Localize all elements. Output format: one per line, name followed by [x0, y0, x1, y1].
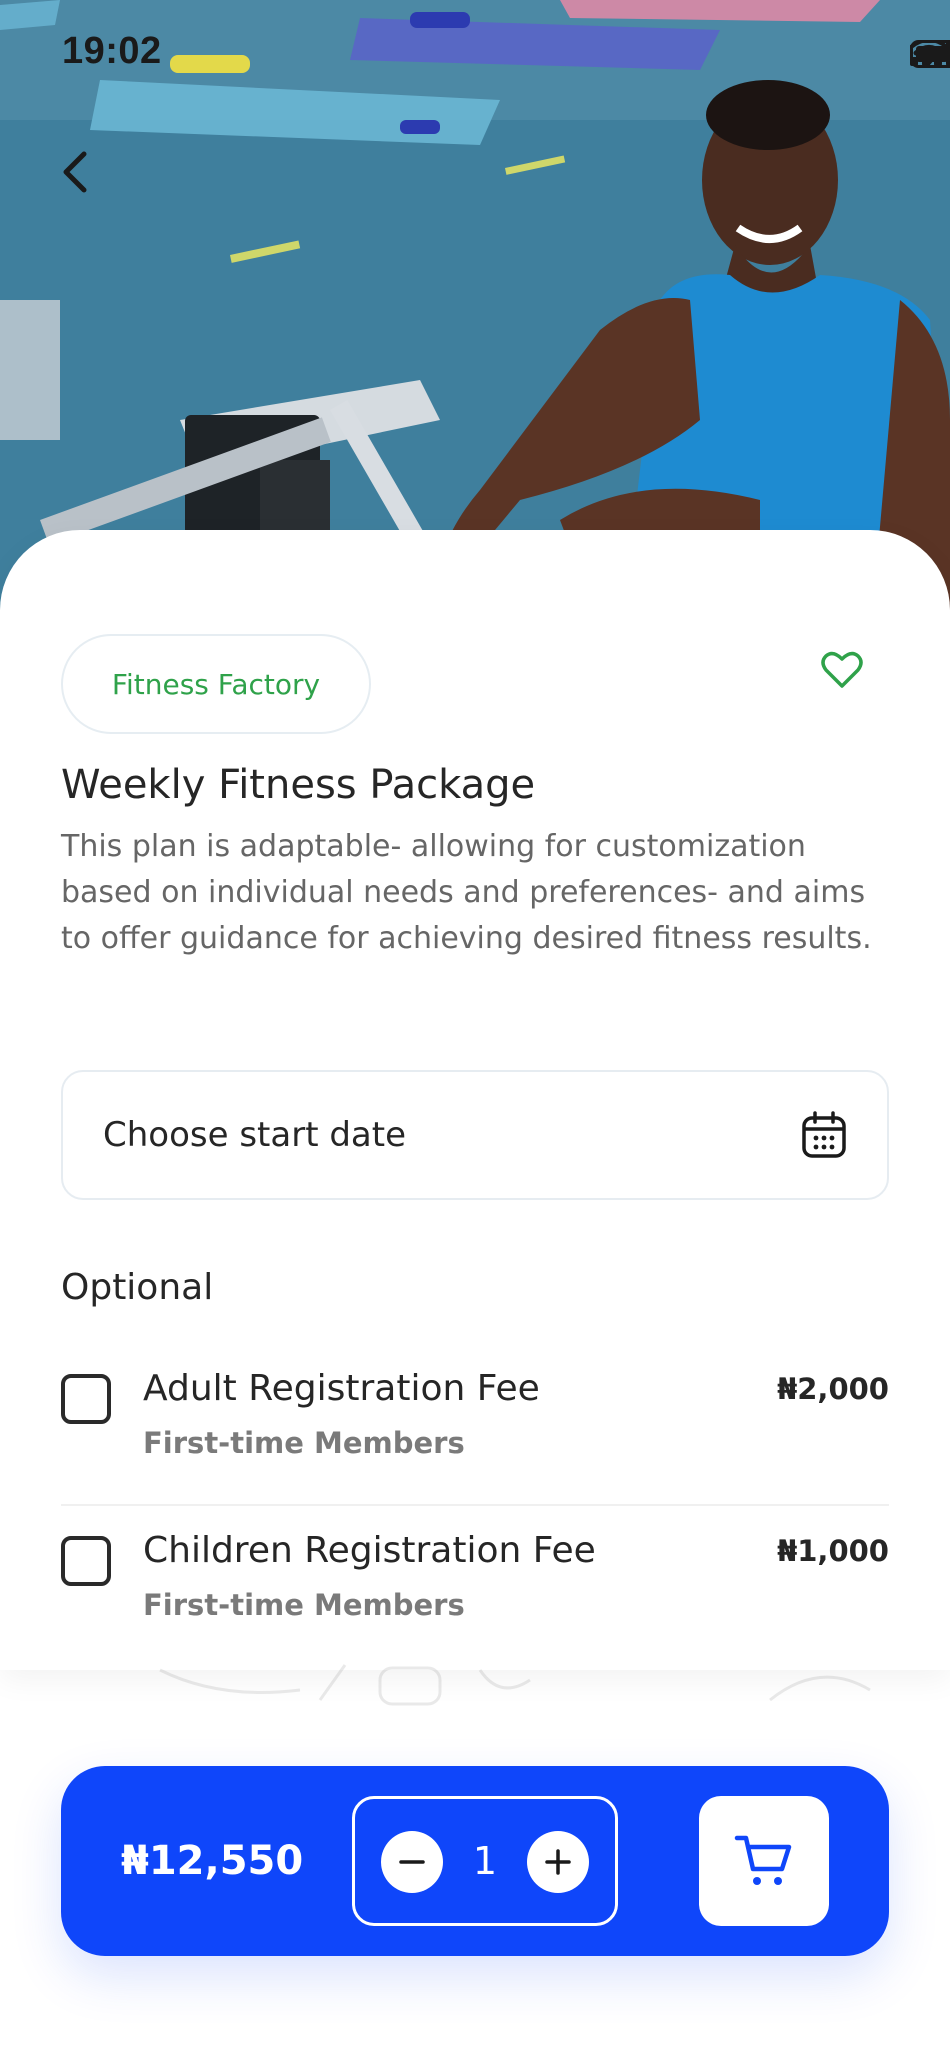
plus-icon: [545, 1849, 571, 1875]
status-bar: 19:02: [0, 0, 950, 110]
back-button[interactable]: [60, 150, 120, 210]
start-date-field[interactable]: Choose start date: [61, 1070, 889, 1200]
optional-item-subtitle: First-time Members: [143, 1426, 465, 1460]
package-details-card: Fitness Factory Weekly Fitness Package T…: [0, 530, 950, 1670]
minus-icon: [399, 1860, 425, 1864]
add-to-cart-button[interactable]: [699, 1796, 829, 1926]
total-price: ₦12,550: [121, 1838, 304, 1884]
optional-item-subtitle: First-time Members: [143, 1588, 465, 1622]
favorite-button[interactable]: [820, 650, 870, 700]
shopping-cart-icon: [734, 1835, 792, 1885]
optional-item-name: Adult Registration Fee: [143, 1368, 540, 1409]
optional-item-name: Children Registration Fee: [143, 1530, 596, 1571]
calendar-icon[interactable]: [801, 1111, 847, 1159]
start-date-placeholder: Choose start date: [103, 1115, 406, 1155]
cart-bar: ₦12,550 1: [61, 1766, 889, 1956]
optional-section-label: Optional: [61, 1267, 214, 1308]
decorative-doodles: [159, 1664, 871, 1706]
checkbox[interactable]: [61, 1536, 111, 1586]
optional-item-price: ₦2,000: [777, 1372, 889, 1406]
chevron-left-icon: [63, 151, 87, 193]
package-description: This plan is adaptable- allowing for cus…: [61, 829, 872, 956]
battery-icon: [910, 40, 950, 68]
decrease-quantity-button[interactable]: [381, 1831, 443, 1893]
heart-outline-icon: [821, 651, 863, 688]
provider-tag[interactable]: Fitness Factory: [61, 634, 371, 734]
optional-item[interactable]: Children Registration Fee First-time Mem…: [61, 1512, 889, 1642]
status-time: 19:02: [62, 30, 162, 72]
optional-item[interactable]: Adult Registration Fee First-time Member…: [61, 1350, 889, 1506]
package-title: Weekly Fitness Package: [61, 762, 536, 808]
optional-item-price: ₦1,000: [777, 1534, 889, 1568]
increase-quantity-button[interactable]: [527, 1831, 589, 1893]
checkbox[interactable]: [61, 1374, 111, 1424]
quantity-stepper[interactable]: 1: [352, 1796, 618, 1926]
